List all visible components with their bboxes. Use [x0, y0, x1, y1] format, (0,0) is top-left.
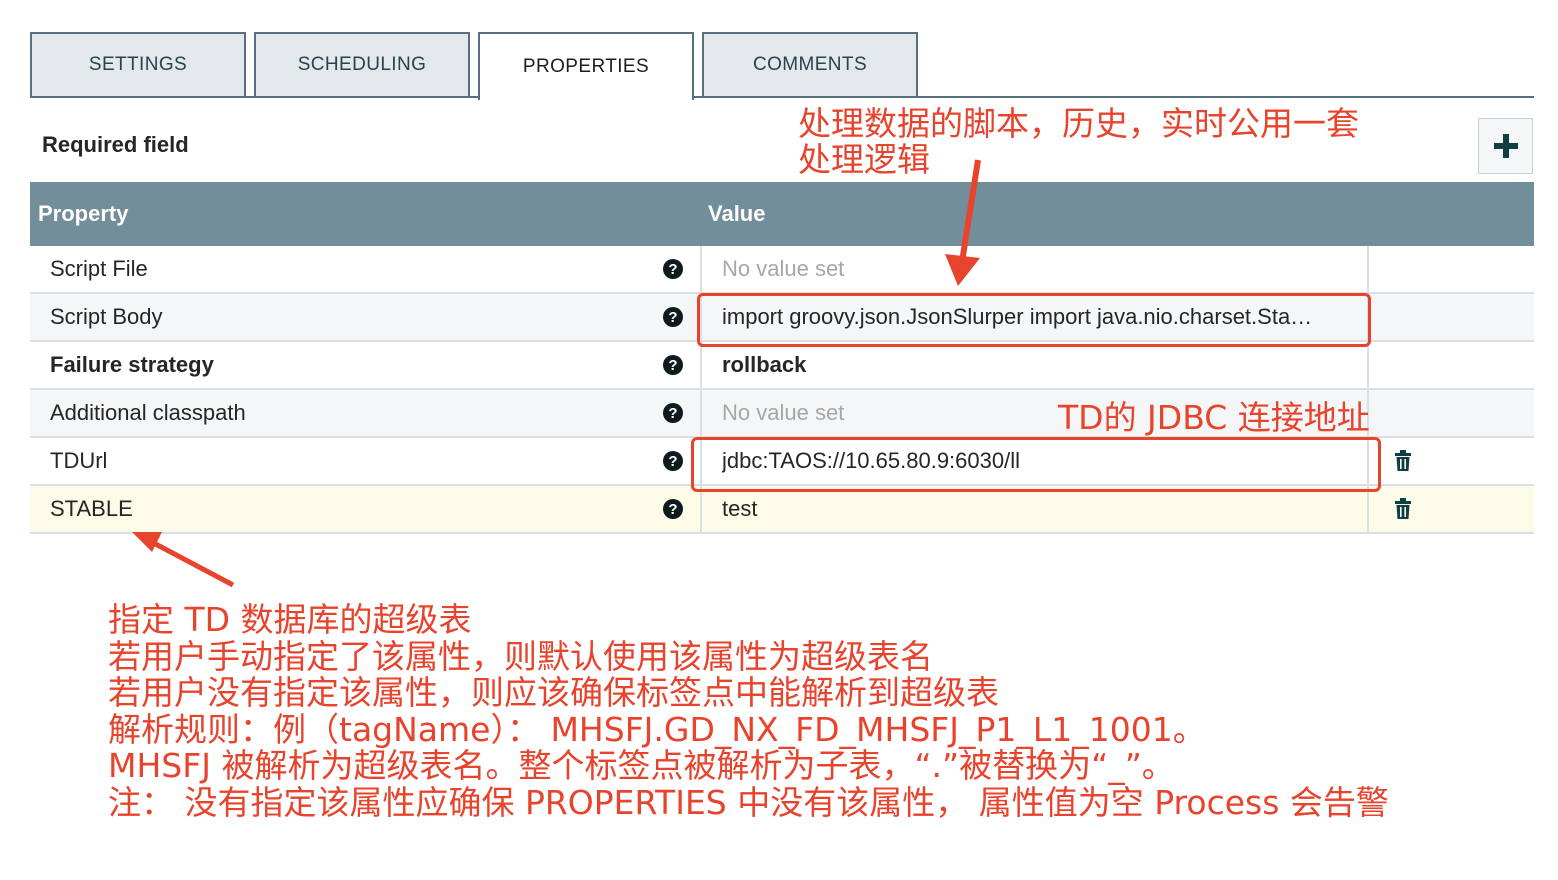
tab-settings[interactable]: SETTINGS — [30, 32, 246, 96]
svg-text:?: ? — [668, 501, 677, 518]
stable-annotation: 指定 TD 数据库的超级表 若用户手动指定了该属性，则默认使用该属性为超级表名 … — [108, 600, 1389, 822]
column-divider — [1367, 246, 1369, 292]
table-row[interactable]: Failure strategy? rollback — [30, 342, 1534, 390]
stable-annotation-line: 指定 TD 数据库的超级表 — [108, 600, 472, 639]
help-icon[interactable]: ? — [662, 354, 684, 376]
property-value[interactable]: rollback — [722, 342, 1358, 388]
tdurl-annotation: TD的 JDBC 连接地址 — [1058, 398, 1370, 437]
script-annotation-line: 处理逻辑 — [798, 140, 930, 179]
column-divider — [700, 390, 702, 436]
column-divider — [1367, 342, 1369, 388]
tab-properties[interactable]: PROPERTIES — [478, 32, 694, 100]
svg-text:?: ? — [668, 453, 677, 470]
stable-annotation-line: MHSFJ 被解析为超级表名。整个标签点被解析为子表，“.”被替换为“_”。 — [108, 746, 1175, 785]
column-header-property[interactable]: Property — [38, 182, 128, 246]
property-name: Script File — [50, 256, 148, 281]
help-icon[interactable]: ? — [662, 450, 684, 472]
column-divider — [700, 246, 702, 292]
table-header: Property Value — [30, 182, 1534, 246]
script-annotation: 处理数据的脚本，历史，实时公用一套 处理逻辑 — [798, 106, 1359, 178]
property-name: Script Body — [50, 304, 163, 329]
property-name: TDUrl — [50, 448, 108, 473]
property-value[interactable]: test — [722, 486, 1358, 532]
tdurl-highlight-box — [691, 437, 1381, 492]
svg-text:?: ? — [668, 357, 677, 374]
arrow-to-stable — [132, 532, 235, 588]
table-row[interactable]: Script File? No value set — [30, 246, 1534, 294]
script-body-highlight-box — [697, 293, 1371, 347]
tab-underline — [30, 96, 1534, 98]
svg-text:?: ? — [668, 405, 677, 422]
column-header-value[interactable]: Value — [708, 182, 765, 246]
help-icon[interactable]: ? — [662, 306, 684, 328]
tab-bar: SETTINGS SCHEDULING PROPERTIES COMMENTS — [30, 32, 1534, 100]
table-row[interactable]: STABLE? test — [30, 486, 1534, 534]
svg-text:?: ? — [668, 261, 677, 278]
help-icon[interactable]: ? — [662, 498, 684, 520]
trash-icon[interactable] — [1394, 498, 1412, 520]
svg-text:?: ? — [668, 309, 677, 326]
script-annotation-line: 处理数据的脚本，历史，实时公用一套 — [798, 104, 1359, 143]
required-field-label: Required field — [42, 132, 189, 157]
tab-comments[interactable]: COMMENTS — [702, 32, 918, 96]
column-divider — [700, 486, 702, 532]
stable-annotation-line: 解析规则：例（tagName）： MHSFJ.GD_NX_FD_MHSFJ_P1… — [108, 709, 1206, 749]
add-property-button[interactable] — [1478, 118, 1533, 174]
trash-icon[interactable] — [1394, 450, 1412, 472]
plus-icon — [1493, 134, 1518, 158]
property-name: STABLE — [50, 496, 133, 521]
property-name: Failure strategy — [50, 352, 214, 377]
stable-annotation-line: 若用户没有指定该属性，则应该确保标签点中能解析到超级表 — [108, 673, 999, 712]
property-value[interactable]: No value set — [722, 246, 1358, 292]
property-name: Additional classpath — [50, 400, 246, 425]
column-divider — [1367, 486, 1369, 532]
column-divider — [700, 342, 702, 388]
help-icon[interactable]: ? — [662, 258, 684, 280]
help-icon[interactable]: ? — [662, 402, 684, 424]
stable-annotation-line: 注： 没有指定该属性应确保 PROPERTIES 中没有该属性， 属性值为空 P… — [108, 782, 1389, 822]
tab-scheduling[interactable]: SCHEDULING — [254, 32, 470, 96]
stable-annotation-line: 若用户手动指定了该属性，则默认使用该属性为超级表名 — [108, 636, 933, 676]
